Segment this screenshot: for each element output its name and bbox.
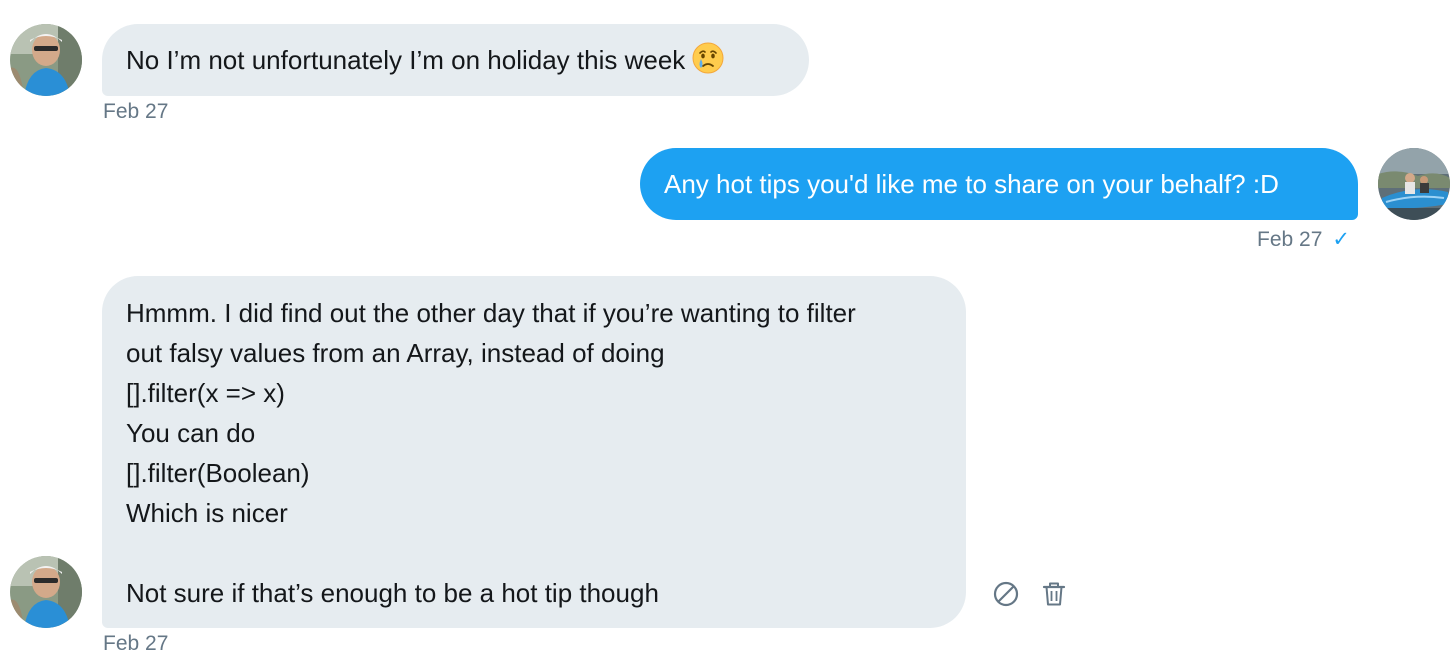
delete-trash-icon	[1042, 582, 1066, 606]
message-timestamp: Feb 27	[1257, 228, 1323, 251]
crying-face-emoji-icon	[691, 41, 725, 75]
message-text: Any hot tips you'd like me to share on y…	[664, 169, 1279, 199]
message-line: You can do	[126, 418, 256, 448]
block-icon	[993, 581, 1019, 607]
message-line: out falsy values from an Array, instead …	[126, 338, 665, 368]
message-line: [].filter(x => x)	[126, 378, 285, 408]
message-bubble-incoming[interactable]: Hmmm. I did find out the other day that …	[102, 276, 966, 628]
sender-avatar-image	[10, 556, 82, 628]
message-text: No I’m not unfortunately I’m on holiday …	[126, 45, 686, 75]
message-line: Which is nicer	[126, 498, 288, 528]
own-avatar-image	[1378, 148, 1450, 220]
sender-avatar[interactable]	[10, 556, 82, 628]
block-button[interactable]	[988, 576, 1024, 612]
conversation-view: No I’m not unfortunately I’m on holiday …	[0, 0, 1456, 664]
message-bubble-incoming[interactable]: No I’m not unfortunately I’m on holiday …	[102, 24, 809, 96]
message-timestamp: Feb 27	[103, 632, 169, 655]
message-line-blank	[126, 533, 942, 573]
delete-button[interactable]	[1036, 576, 1072, 612]
sender-avatar-image	[10, 24, 82, 96]
sender-avatar[interactable]	[10, 24, 82, 96]
message-timestamp: Feb 27	[103, 100, 169, 123]
message-line: [].filter(Boolean)	[126, 458, 310, 488]
read-receipt-check-icon: ✓	[1332, 228, 1350, 251]
message-meta: Feb 27 ✓	[1257, 228, 1350, 252]
message-bubble-outgoing[interactable]: Any hot tips you'd like me to share on y…	[640, 148, 1358, 220]
message-line: Hmmm. I did find out the other day that …	[126, 298, 856, 328]
message-line: Not sure if that’s enough to be a hot ti…	[126, 578, 659, 608]
own-avatar[interactable]	[1378, 148, 1450, 220]
